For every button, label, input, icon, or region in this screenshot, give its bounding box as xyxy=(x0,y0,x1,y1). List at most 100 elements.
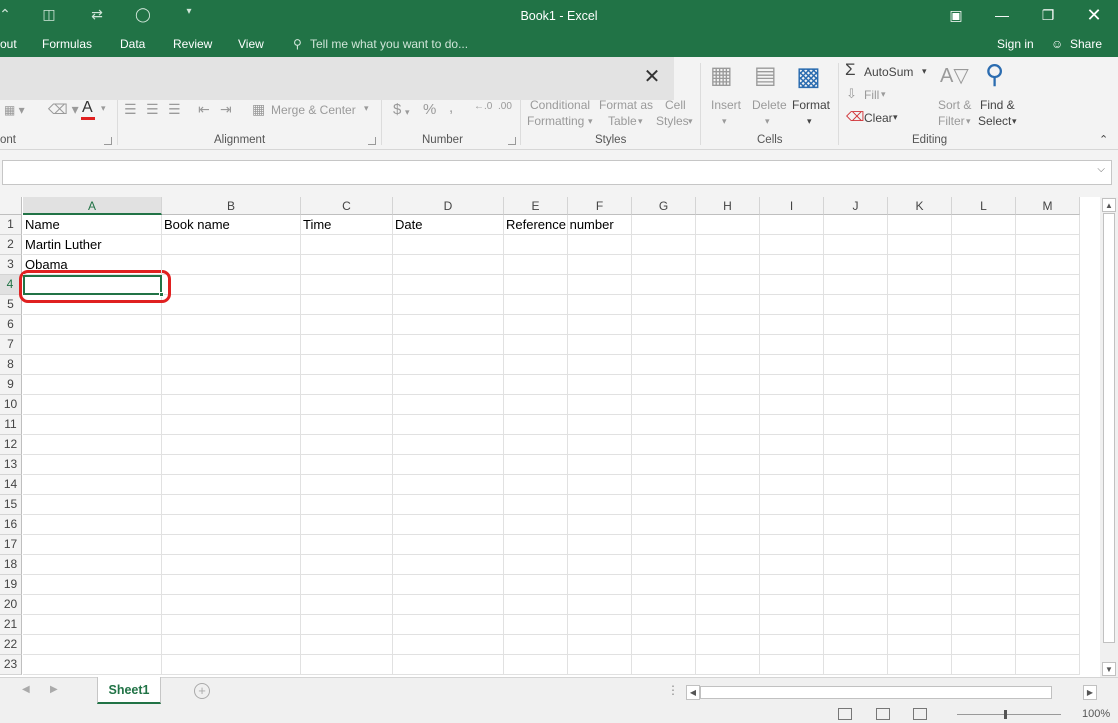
cell-l6[interactable] xyxy=(952,315,1016,335)
cell-d7[interactable] xyxy=(393,335,504,355)
cell-b10[interactable] xyxy=(162,395,301,415)
cell-c15[interactable] xyxy=(301,495,393,515)
cell-i18[interactable] xyxy=(760,555,824,575)
column-header-g[interactable]: G xyxy=(632,197,696,215)
cell-c16[interactable] xyxy=(301,515,393,535)
cell-i1[interactable] xyxy=(760,215,824,235)
cell-h3[interactable] xyxy=(696,255,760,275)
select-all-corner[interactable] xyxy=(0,197,22,215)
cell-a6[interactable] xyxy=(23,315,162,335)
cell-j18[interactable] xyxy=(824,555,888,575)
cell-f11[interactable] xyxy=(568,415,632,435)
cell-g7[interactable] xyxy=(632,335,696,355)
cell-h8[interactable] xyxy=(696,355,760,375)
minimize-icon[interactable]: — xyxy=(979,0,1025,33)
cell-d1[interactable]: Date xyxy=(393,215,504,235)
cell-h12[interactable] xyxy=(696,435,760,455)
cell-c1[interactable]: Time xyxy=(301,215,393,235)
cell-i13[interactable] xyxy=(760,455,824,475)
cell-e4[interactable] xyxy=(504,275,568,295)
cell-a16[interactable] xyxy=(23,515,162,535)
cell-e11[interactable] xyxy=(504,415,568,435)
column-header-h[interactable]: H xyxy=(696,197,760,215)
row-header-5[interactable]: 5 xyxy=(0,295,22,315)
cell-e20[interactable] xyxy=(504,595,568,615)
font-color-dropdown-icon[interactable]: ▾ xyxy=(101,103,106,114)
cell-f14[interactable] xyxy=(568,475,632,495)
cell-c3[interactable] xyxy=(301,255,393,275)
cell-j16[interactable] xyxy=(824,515,888,535)
conditional-formatting-line2[interactable]: Formatting xyxy=(527,114,584,128)
cell-b14[interactable] xyxy=(162,475,301,495)
sheet-tab-sheet1[interactable]: Sheet1 xyxy=(97,677,161,704)
cell-g13[interactable] xyxy=(632,455,696,475)
cell-d5[interactable] xyxy=(393,295,504,315)
cell-e6[interactable] xyxy=(504,315,568,335)
cell-b4[interactable] xyxy=(162,275,301,295)
cell-l1[interactable] xyxy=(952,215,1016,235)
cell-c7[interactable] xyxy=(301,335,393,355)
align-left-icon[interactable]: ☰ xyxy=(124,101,137,118)
fill-button[interactable]: Fill xyxy=(864,88,879,102)
cell-j17[interactable] xyxy=(824,535,888,555)
cell-f21[interactable] xyxy=(568,615,632,635)
cell-j14[interactable] xyxy=(824,475,888,495)
cell-h9[interactable] xyxy=(696,375,760,395)
cell-g10[interactable] xyxy=(632,395,696,415)
autosum-dropdown-icon[interactable]: ▾ xyxy=(922,66,927,77)
vertical-scrollbar[interactable]: ▲ ▼ xyxy=(1100,197,1118,677)
cell-b2[interactable] xyxy=(162,235,301,255)
cell-c5[interactable] xyxy=(301,295,393,315)
cell-d17[interactable] xyxy=(393,535,504,555)
cell-i19[interactable] xyxy=(760,575,824,595)
cell-d4[interactable] xyxy=(393,275,504,295)
conditional-formatting-dropdown-icon[interactable]: ▾ xyxy=(588,116,593,127)
cell-a19[interactable] xyxy=(23,575,162,595)
sign-in-link[interactable]: Sign in xyxy=(997,37,1034,51)
cell-k22[interactable] xyxy=(888,635,952,655)
cell-f20[interactable] xyxy=(568,595,632,615)
cell-l10[interactable] xyxy=(952,395,1016,415)
row-header-21[interactable]: 21 xyxy=(0,615,22,635)
tab-data[interactable]: Data xyxy=(120,37,145,51)
cell-f3[interactable] xyxy=(568,255,632,275)
prev-sheet-icon[interactable]: ◀ xyxy=(22,684,30,695)
cell-j3[interactable] xyxy=(824,255,888,275)
cell-i17[interactable] xyxy=(760,535,824,555)
cell-m9[interactable] xyxy=(1016,375,1080,395)
cell-d18[interactable] xyxy=(393,555,504,575)
cell-d15[interactable] xyxy=(393,495,504,515)
cell-styles-line1[interactable]: Cell xyxy=(665,98,686,112)
cell-b18[interactable] xyxy=(162,555,301,575)
cell-l7[interactable] xyxy=(952,335,1016,355)
row-header-8[interactable]: 8 xyxy=(0,355,22,375)
cell-h22[interactable] xyxy=(696,635,760,655)
find-select-line2[interactable]: Select xyxy=(978,114,1011,128)
cell-c6[interactable] xyxy=(301,315,393,335)
delete-button[interactable]: Delete xyxy=(752,98,787,112)
cell-e18[interactable] xyxy=(504,555,568,575)
cell-k7[interactable] xyxy=(888,335,952,355)
cell-m11[interactable] xyxy=(1016,415,1080,435)
cell-m12[interactable] xyxy=(1016,435,1080,455)
sort-filter-dropdown-icon[interactable]: ▾ xyxy=(966,116,971,127)
cell-d14[interactable] xyxy=(393,475,504,495)
cell-e8[interactable] xyxy=(504,355,568,375)
cell-e22[interactable] xyxy=(504,635,568,655)
cell-c11[interactable] xyxy=(301,415,393,435)
cell-f2[interactable] xyxy=(568,235,632,255)
scroll-up-icon[interactable]: ▲ xyxy=(1102,198,1116,212)
cell-l20[interactable] xyxy=(952,595,1016,615)
row-header-12[interactable]: 12 xyxy=(0,435,22,455)
column-header-i[interactable]: I xyxy=(760,197,824,215)
format-cells-icon[interactable]: ▩ xyxy=(796,61,821,92)
cell-i9[interactable] xyxy=(760,375,824,395)
row-header-22[interactable]: 22 xyxy=(0,635,22,655)
cell-a8[interactable] xyxy=(23,355,162,375)
cell-i16[interactable] xyxy=(760,515,824,535)
cell-g22[interactable] xyxy=(632,635,696,655)
cell-f12[interactable] xyxy=(568,435,632,455)
cell-j12[interactable] xyxy=(824,435,888,455)
cell-k1[interactable] xyxy=(888,215,952,235)
cell-h11[interactable] xyxy=(696,415,760,435)
